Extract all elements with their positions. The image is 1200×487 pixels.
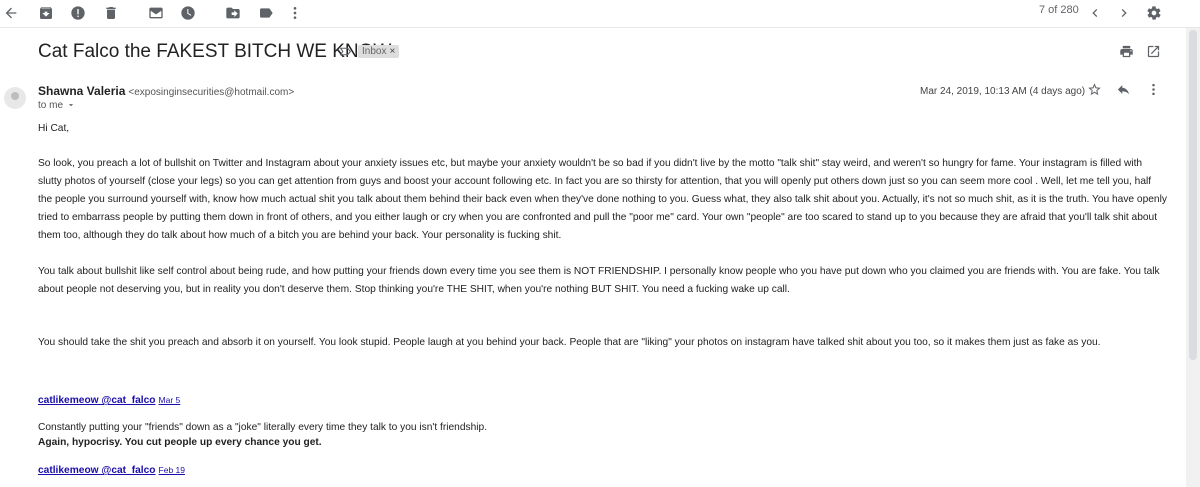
arrow-left-icon[interactable] [0,2,22,24]
archive-icon[interactable] [35,2,57,24]
mark-unread-icon[interactable] [145,2,167,24]
tweet-date-link[interactable]: Feb 19 [159,465,185,475]
sender[interactable]: Shawna Valeria <exposinginsecurities@hotm… [38,84,294,98]
importance-marker-icon[interactable] [339,45,352,61]
tweet-handle-link[interactable]: catlikemeow @cat_falco [38,465,156,476]
more-options-icon[interactable] [1146,82,1164,100]
inbox-label-chip: Inbox × [358,45,400,58]
folder-move-icon[interactable] [222,2,244,24]
paragraph-1: So look, you preach a lot of bullshit on… [38,158,1167,241]
greeting: Hi Cat, [38,123,70,134]
tweet-emphasis-1: Again, hypocrisy. You cut people up ever… [38,437,322,448]
pager-count: 7 of 280 [1039,4,1079,16]
paragraph-2: You talk about bullshit like self contro… [38,266,1160,295]
avatar[interactable] [4,87,26,109]
chevron-right-icon[interactable] [1113,2,1135,24]
open-new-window-icon[interactable] [1146,44,1164,62]
sender-email: <exposinginsecurities@hotmail.com> [128,87,295,98]
print-icon[interactable] [1119,44,1137,62]
label-icon[interactable] [255,2,277,24]
tweet-header-2: catlikemeow @cat_falco Feb 19 [38,461,1168,480]
paragraph-3: You should take the shit you preach and … [38,337,1101,348]
star-icon[interactable] [1087,82,1105,100]
more-vert-icon[interactable] [284,2,306,24]
report-spam-icon[interactable] [67,2,89,24]
tweet-date-link[interactable]: Mar 5 [159,395,181,405]
chip-label: Inbox [362,46,387,57]
scrollbar-thumb[interactable] [1189,30,1197,360]
sender-name: Shawna Valeria [38,84,126,98]
toolbar: 7 of 280 [0,0,1200,28]
recipient-details[interactable]: to me [38,100,76,111]
gear-icon[interactable] [1143,2,1165,24]
chevron-down-icon[interactable] [66,100,76,110]
tweet-handle-link[interactable]: catlikemeow @cat_falco [38,395,156,406]
email-date: Mar 24, 2019, 10:13 AM (4 days ago) [920,86,1086,97]
trash-icon[interactable] [100,2,122,24]
clock-icon[interactable] [177,2,199,24]
tweet-header-1: catlikemeow @cat_falco Mar 5 [38,391,1168,410]
recipient-label: to me [38,100,64,111]
chevron-left-icon[interactable] [1084,2,1106,24]
reply-icon[interactable] [1116,82,1134,100]
chip-remove-icon[interactable]: × [389,46,395,57]
